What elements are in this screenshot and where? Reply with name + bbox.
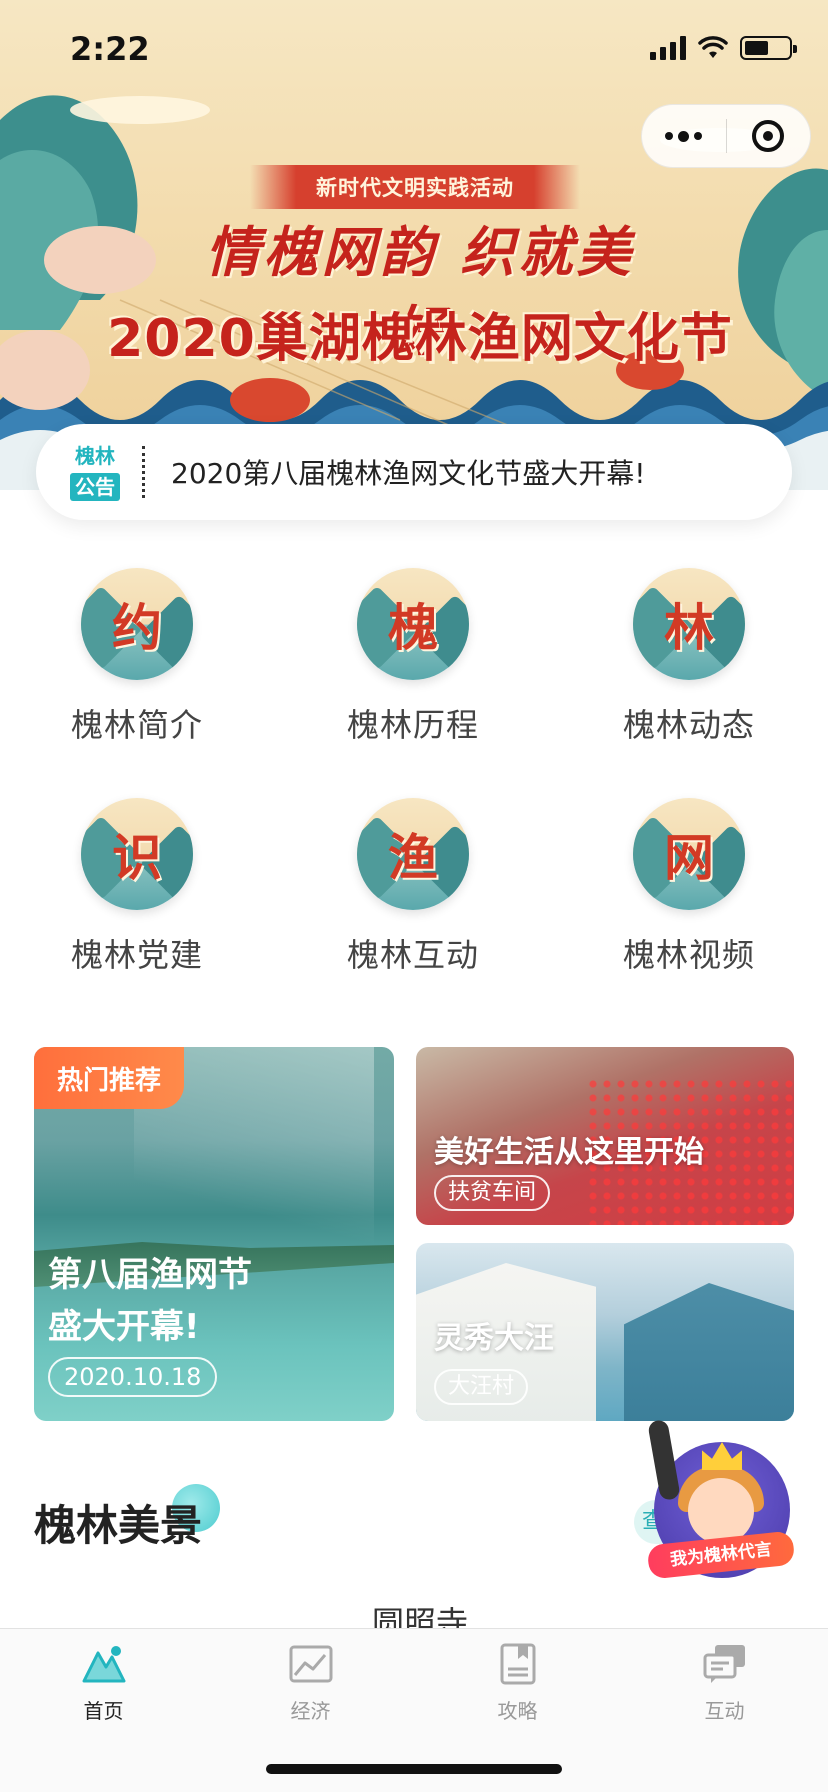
nav-item-history[interactable]: 槐 槐林历程 [303, 568, 523, 746]
tab-guide[interactable]: 攻略 [414, 1643, 621, 1724]
hot-title-line2: 盛大开幕! [48, 1307, 200, 1347]
close-miniprogram-button[interactable] [727, 105, 811, 167]
village-card-title: 灵秀大汪 [434, 1321, 554, 1356]
home-indicator [266, 1764, 562, 1774]
hero-ribbon: 新时代文明实践活动 [250, 165, 580, 209]
book-icon [500, 1643, 535, 1685]
chat-icon [703, 1645, 745, 1683]
tab-label: 首页 [83, 1699, 124, 1723]
notice-logo: 槐林 公告 [70, 443, 120, 501]
status-bar: 2:22 [0, 0, 828, 100]
miniprogram-capsule [641, 104, 811, 168]
status-time: 2:22 [70, 30, 150, 68]
notice-bar[interactable]: 槐林 公告 2020第八届槐林渔网文化节盛大开幕! [36, 424, 792, 520]
tab-home[interactable]: 首页 [0, 1643, 207, 1724]
cellular-signal-icon [650, 36, 686, 60]
nav-label: 槐林历程 [346, 706, 479, 744]
section-title: 槐林美景 [34, 1501, 203, 1550]
factory-card-title: 美好生活从这里开始 [434, 1135, 704, 1170]
nav-glyph: 约 [112, 598, 162, 657]
nav-glyph: 网 [664, 828, 714, 887]
target-icon [752, 120, 785, 152]
hot-tag: 热门推荐 [34, 1047, 184, 1109]
tab-interact[interactable]: 互动 [621, 1643, 828, 1724]
mascot-face [688, 1478, 754, 1544]
nav-icon-interact: 渔 [357, 798, 469, 910]
nav-icon-intro: 约 [81, 568, 193, 680]
factory-card[interactable]: 美好生活从这里开始 扶贫车间 [416, 1047, 794, 1225]
nav-label: 槐林视频 [622, 936, 755, 974]
notice-logo-top: 槐林 [75, 444, 115, 468]
nav-glyph: 渔 [388, 828, 438, 887]
hot-card-date: 2020.10.18 [48, 1357, 218, 1397]
village-card-tag: 大汪村 [434, 1369, 529, 1405]
wifi-icon [698, 36, 728, 58]
tab-label: 攻略 [497, 1699, 538, 1723]
hero-banner[interactable]: 2:22 新时代文明实践活动 情槐网韵 织就美好 2020巢湖槐林渔网文化节 [0, 0, 828, 490]
nav-item-intro[interactable]: 约 槐林简介 [27, 568, 247, 746]
notice-text[interactable]: 2020第八届槐林渔网文化节盛大开幕! [171, 452, 645, 492]
nav-icon-video: 网 [633, 798, 745, 910]
hero-title: 2020巢湖槐林渔网文化节 [107, 309, 733, 369]
nav-icon-news: 林 [633, 568, 745, 680]
nav-item-news[interactable]: 林 槐林动态 [579, 568, 799, 746]
notice-logo-bottom: 公告 [70, 473, 120, 501]
nav-label: 槐林互动 [346, 936, 479, 974]
nav-item-party[interactable]: 识 槐林党建 [27, 798, 247, 976]
battery-icon [740, 36, 797, 60]
village-card[interactable]: 灵秀大汪 大汪村 [416, 1243, 794, 1421]
nav-icon-history: 槐 [357, 568, 469, 680]
nav-glyph: 识 [112, 828, 162, 887]
hot-card-title: 第八届渔网节 盛大开幕! [48, 1249, 378, 1353]
chart-icon [289, 1645, 332, 1683]
notice-separator [142, 446, 145, 498]
nav-label: 槐林简介 [70, 706, 203, 744]
mountain-icon [82, 1646, 125, 1683]
spokesperson-mascot-button[interactable]: 我为槐林代言 [646, 1418, 796, 1590]
nav-label: 槐林动态 [622, 706, 755, 744]
hot-title-line1: 第八届渔网节 [48, 1255, 252, 1295]
tab-label: 互动 [704, 1699, 745, 1723]
nav-glyph: 槐 [388, 598, 438, 657]
nav-item-interact[interactable]: 渔 槐林互动 [303, 798, 523, 976]
nav-glyph: 林 [664, 598, 714, 657]
status-icons [650, 36, 797, 60]
factory-card-tag: 扶贫车间 [434, 1175, 551, 1211]
nav-item-video[interactable]: 网 槐林视频 [579, 798, 799, 976]
tab-label: 经济 [290, 1699, 331, 1723]
tab-economy[interactable]: 经济 [207, 1643, 414, 1724]
nav-icon-party: 识 [81, 798, 193, 910]
village-hill [624, 1283, 794, 1421]
more-options-icon[interactable] [642, 105, 726, 167]
nav-label: 槐林党建 [70, 936, 203, 974]
